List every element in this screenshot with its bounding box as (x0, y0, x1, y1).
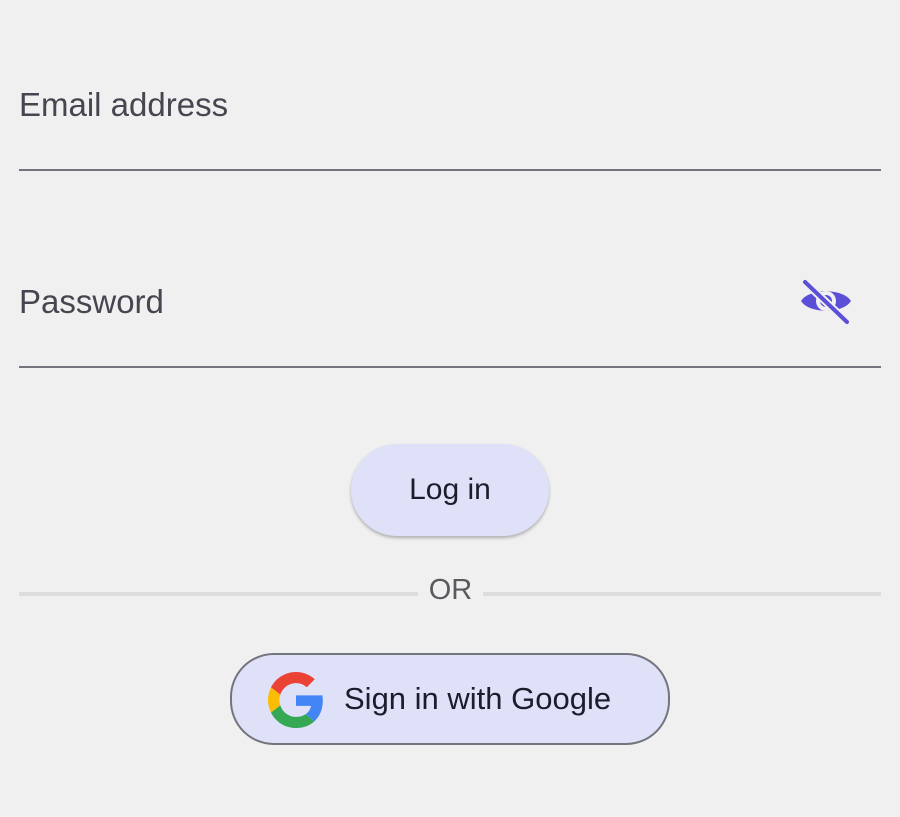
or-divider-text: OR (428, 574, 473, 606)
eye-off-icon[interactable] (799, 279, 853, 325)
divider-line-left (19, 592, 418, 596)
divider-line-right (483, 592, 881, 596)
google-button-label: Sign in with Google (344, 681, 612, 716)
login-button[interactable]: Log in (351, 444, 549, 536)
google-sign-in-button[interactable]: Sign in with Google (230, 653, 670, 745)
email-field[interactable] (19, 70, 881, 171)
password-field[interactable] (19, 267, 881, 368)
password-input[interactable] (19, 267, 779, 337)
email-input[interactable] (19, 70, 779, 140)
google-logo-icon (268, 672, 324, 728)
